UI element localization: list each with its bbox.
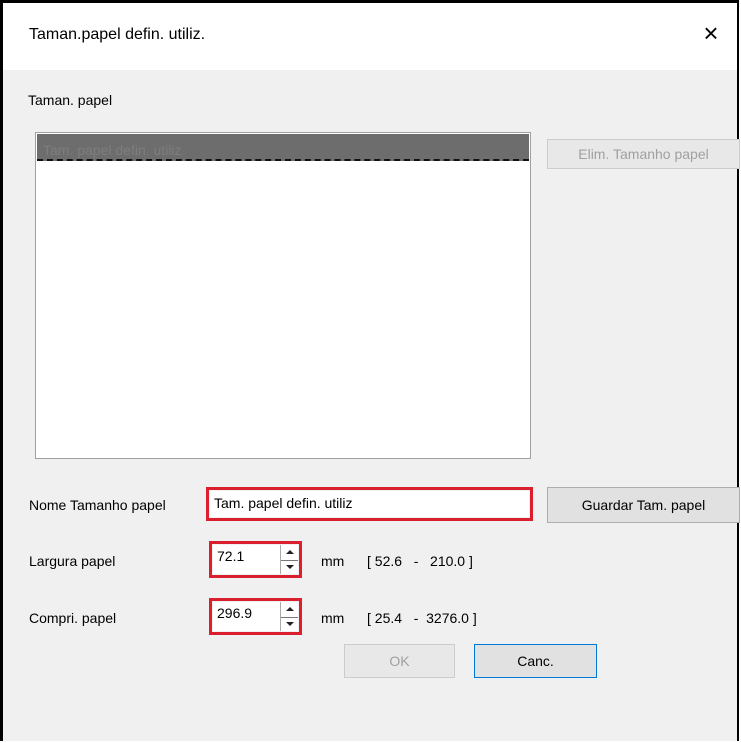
length-range: [ 25.4 - 3276.0 ]	[367, 610, 477, 626]
spin-up-icon[interactable]	[281, 602, 298, 618]
width-unit: mm	[321, 553, 345, 569]
dialog-window: Taman.papel defin. utiliz. × Taman. pape…	[0, 0, 740, 741]
paper-size-name-input[interactable]: Tam. papel defin. utiliz	[210, 491, 529, 517]
cancel-button[interactable]: Canc.	[474, 644, 597, 678]
spin-down-icon[interactable]	[281, 617, 298, 632]
paper-width-label: Largura papel	[29, 553, 116, 569]
paper-size-list[interactable]: Tam. papel defin. utiliz	[35, 132, 531, 459]
spin-up-icon[interactable]	[281, 545, 298, 561]
list-item[interactable]: Tam. papel defin. utiliz	[37, 134, 529, 161]
paper-length-spinner[interactable]	[280, 602, 298, 631]
paper-width-input[interactable]: 72.1	[213, 545, 280, 574]
spin-down-icon[interactable]	[281, 560, 298, 575]
paper-size-list-label: Taman. papel	[28, 92, 113, 108]
paper-width-spinner[interactable]	[280, 545, 298, 574]
paper-size-name-label: Nome Tamanho papel	[29, 497, 166, 513]
length-unit: mm	[321, 610, 345, 626]
dialog-title: Taman.papel defin. utiliz.	[29, 26, 206, 43]
paper-length-label: Compri. papel	[29, 610, 117, 626]
width-range: [ 52.6 - 210.0 ]	[367, 553, 473, 569]
delete-paper-size-button[interactable]: Elim. Tamanho papel	[547, 139, 740, 169]
paper-length-input[interactable]: 296.9	[213, 602, 280, 631]
save-paper-size-button[interactable]: Guardar Tam. papel	[547, 487, 740, 523]
title-bar[interactable]: Taman.papel defin. utiliz. ×	[3, 3, 737, 70]
ok-button[interactable]: OK	[344, 644, 455, 678]
close-icon[interactable]: ×	[691, 13, 731, 53]
